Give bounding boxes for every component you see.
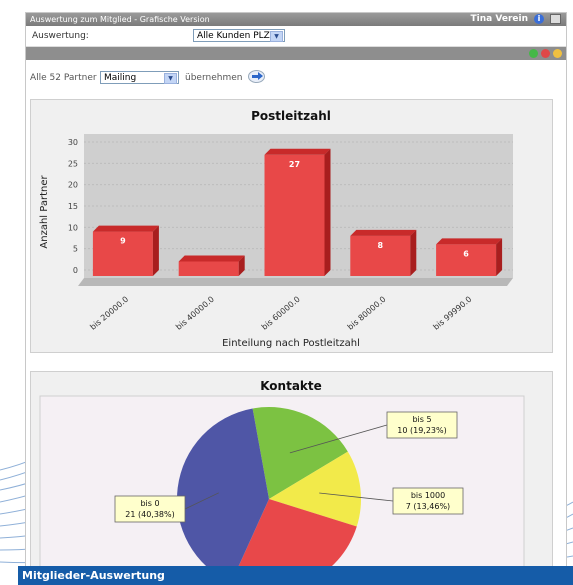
- user-name: Tina Verein: [470, 14, 528, 24]
- pie-chart: Kontakte bis 5 10 (19,23%) bis 1000 7 (13,4…: [39, 379, 525, 573]
- footer-title: Mitglieder-Auswertung: [18, 566, 573, 585]
- y-tick-label: 15: [68, 202, 78, 211]
- chevron-down-icon: ▼: [270, 31, 283, 42]
- bar-chart: Postleitzahl 0 5 10 15 20 25 30 9 27 8 6 bis 2000…: [39, 109, 513, 349]
- x-tick-label: bis 40000.0: [174, 295, 216, 332]
- bar-top: [178, 255, 245, 262]
- evaluation-row: Auswertung: Alle Kunden PLZ ▼: [26, 26, 566, 47]
- evaluation-select[interactable]: Alle Kunden PLZ ▼: [193, 29, 285, 42]
- bar-top: [92, 225, 159, 232]
- pie-label-value: 7 (13,46%): [406, 502, 450, 511]
- y-tick-label: 10: [68, 223, 78, 232]
- bar-side: [152, 225, 159, 276]
- evaluation-select-value: Alle Kunden PLZ: [197, 31, 270, 41]
- arrow-right-icon[interactable]: [248, 70, 265, 83]
- bar-side: [410, 229, 417, 276]
- x-tick-label: bis 60000.0: [260, 295, 302, 332]
- bar: 6: [436, 238, 503, 276]
- bar: [178, 255, 245, 276]
- bar-data-label: 8: [378, 241, 384, 250]
- y-axis-label: Anzahl Partner: [39, 175, 50, 249]
- pie-label-value: 10 (19,23%): [397, 426, 446, 435]
- bar-side: [324, 148, 331, 276]
- bar: 9: [92, 225, 159, 276]
- bar-data-label: 6: [463, 249, 469, 258]
- bar-data-label: 27: [289, 160, 300, 169]
- partners-prefix: Alle 52 Partner in: [30, 73, 108, 83]
- bar-chart-panel: Postleitzahl 0 5 10 15 20 25 30 9 27 8 6 bis 2000…: [30, 99, 553, 353]
- pie-label-name: bis 0: [140, 499, 159, 508]
- bar-top: [350, 229, 417, 236]
- bar-top: [436, 238, 503, 245]
- chevron-down-icon: ▼: [164, 73, 177, 84]
- window-title: Auswertung zum Mitglied - Grafische Vers…: [30, 15, 210, 24]
- x-axis-label: Einteilung nach Postleitzahl: [222, 338, 360, 349]
- printer-icon[interactable]: [550, 14, 561, 24]
- pie-chart-panel: Kontakte bis 5 10 (19,23%) bis 1000 7 (13,4…: [30, 371, 553, 573]
- bar: 27: [264, 148, 331, 276]
- evaluation-window: Auswertung zum Mitglied - Grafische Vers…: [25, 12, 567, 574]
- red-circle-icon[interactable]: [541, 49, 550, 58]
- bar-front: [178, 261, 239, 276]
- pie-label-name: bis 1000: [411, 491, 445, 500]
- apply-label: übernehmen: [185, 73, 243, 83]
- evaluation-label: Auswertung:: [32, 31, 89, 41]
- partners-row: Alle 52 Partner in Mailing ▼ übernehmen: [26, 60, 566, 86]
- x-tick-label: bis 80000.0: [346, 295, 388, 332]
- x-tick-label: bis 20000.0: [88, 295, 130, 332]
- target-select[interactable]: Mailing ▼: [100, 71, 179, 84]
- bar-chart-title: Postleitzahl: [251, 109, 331, 123]
- x-tick-label: bis 99990.0: [432, 295, 474, 332]
- bar-data-label: 9: [120, 237, 126, 246]
- y-tick-label: 20: [68, 181, 78, 190]
- bar-side: [496, 238, 503, 276]
- window-titlebar: Auswertung zum Mitglied - Grafische Vers…: [26, 13, 566, 26]
- y-tick-label: 25: [68, 159, 78, 168]
- y-tick-label: 0: [73, 266, 78, 275]
- pie-chart-title: Kontakte: [260, 379, 322, 393]
- toolbar-band: [26, 47, 566, 60]
- pie-label-name: bis 5: [412, 415, 431, 424]
- zoom-icon[interactable]: [553, 49, 562, 58]
- bar: 8: [350, 229, 417, 276]
- pie-label-value: 21 (40,38%): [125, 510, 174, 519]
- bar-top: [264, 148, 331, 155]
- bar-front: [264, 154, 325, 276]
- target-select-value: Mailing: [104, 73, 137, 83]
- y-tick-label: 30: [68, 138, 78, 147]
- y-tick-label: 5: [73, 245, 78, 254]
- green-circle-icon[interactable]: [529, 49, 538, 58]
- plot-floor: [78, 278, 513, 286]
- info-icon[interactable]: i: [534, 14, 544, 24]
